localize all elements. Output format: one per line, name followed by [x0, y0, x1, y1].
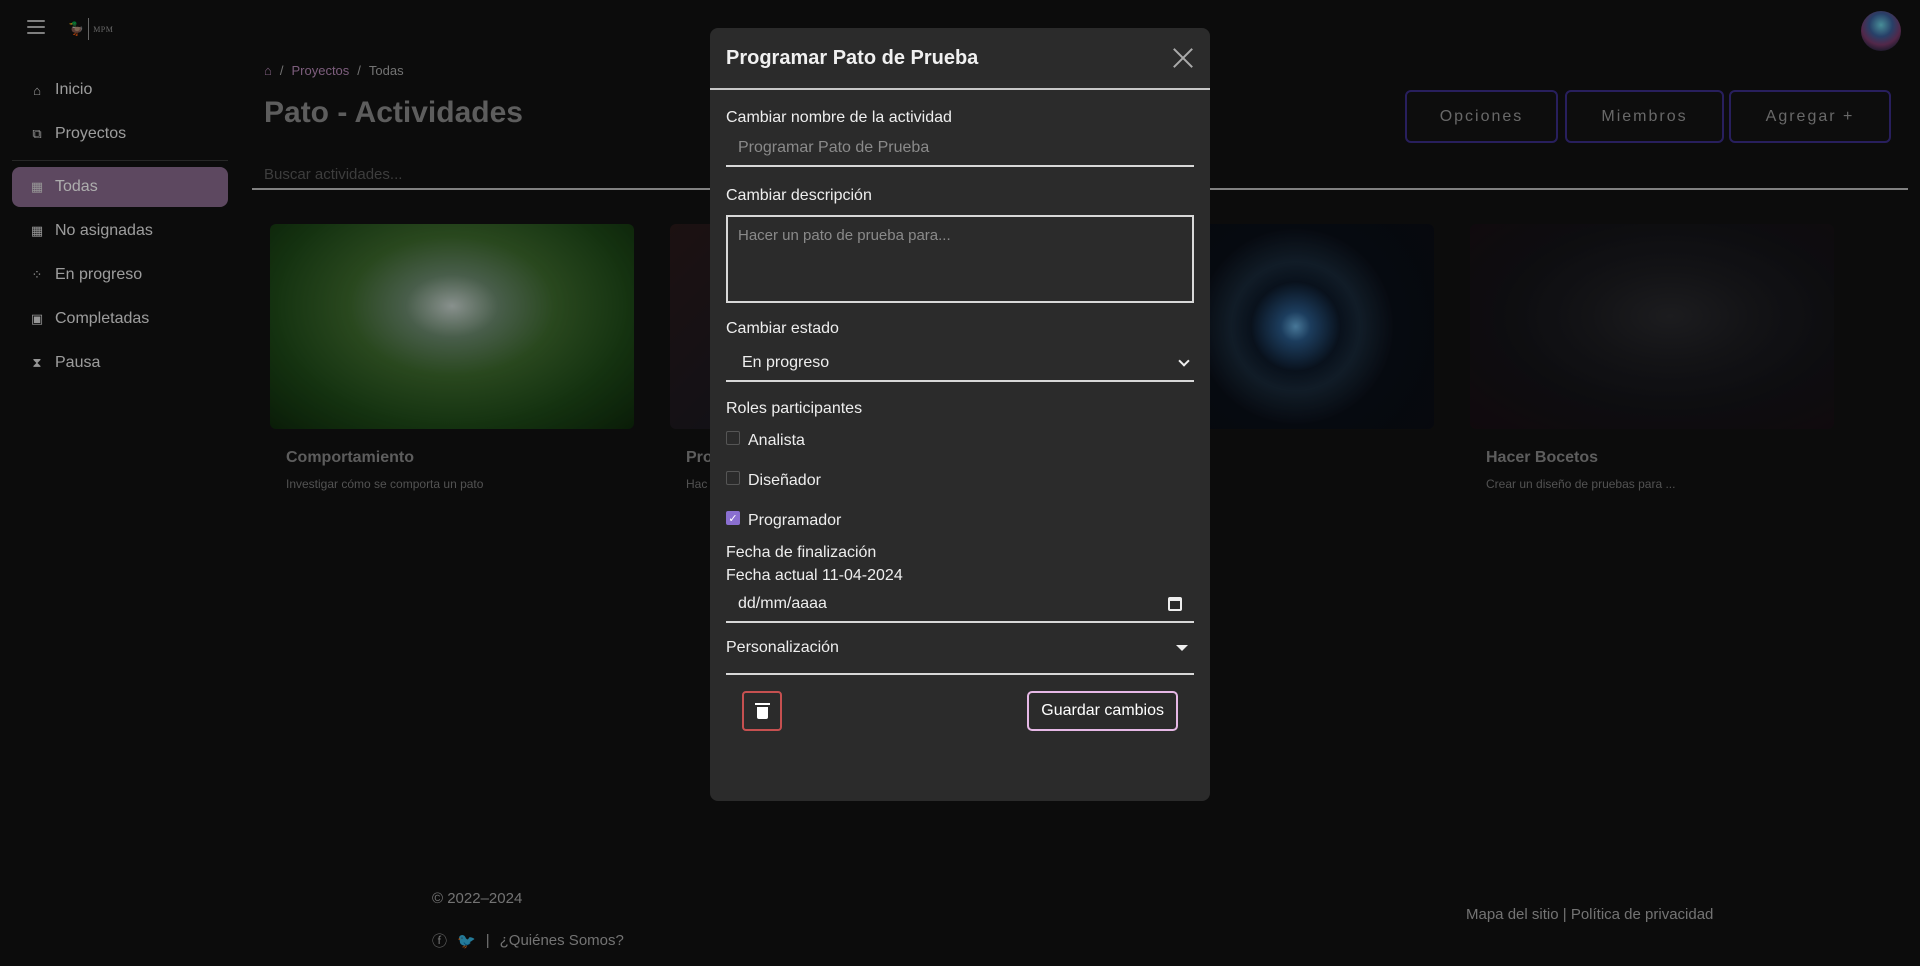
modal-body: Cambiar nombre de la actividad Cambiar d… [710, 109, 1210, 731]
checkbox-checked-icon[interactable]: ✓ [726, 511, 740, 525]
status-select[interactable]: En progreso [726, 346, 1194, 382]
save-changes-button[interactable]: Guardar cambios [1027, 691, 1178, 731]
role-label: Analista [748, 432, 805, 449]
role-label: Diseñador [748, 472, 821, 489]
end-date-label: Fecha de finalización [726, 544, 877, 561]
customization-accordion[interactable]: Personalización [726, 623, 1194, 675]
date-placeholder: dd/mm/aaaa [738, 595, 827, 612]
modal-title: Programar Pato de Prueba [726, 46, 979, 69]
caret-down-icon [1176, 645, 1188, 651]
current-date-text: Fecha actual 11-04-2024 [726, 567, 903, 584]
role-programador[interactable]: ✓ Programador [726, 501, 1194, 541]
role-label: Programador [748, 512, 842, 529]
edit-activity-modal: Programar Pato de Prueba Cambiar nombre … [710, 28, 1210, 801]
checkbox[interactable] [726, 431, 740, 445]
calendar-icon[interactable] [1168, 597, 1182, 611]
delete-button[interactable] [742, 691, 782, 731]
role-disenador[interactable]: Diseñador [726, 461, 1194, 501]
close-icon[interactable] [1172, 47, 1194, 69]
status-value: En progreso [742, 354, 830, 371]
name-label: Cambiar nombre de la actividad [726, 109, 952, 126]
description-textarea[interactable] [726, 215, 1194, 303]
customization-label: Personalización [726, 639, 839, 656]
chevron-down-icon [1178, 355, 1190, 367]
checkbox[interactable] [726, 471, 740, 485]
modal-header: Programar Pato de Prueba [710, 28, 1210, 90]
end-date-input[interactable]: dd/mm/aaaa [726, 587, 1194, 623]
status-label: Cambiar estado [726, 320, 839, 337]
trash-icon [754, 702, 770, 719]
modal-footer: Guardar cambios [726, 691, 1194, 731]
activity-name-input[interactable] [726, 131, 1194, 167]
role-analista[interactable]: Analista [726, 421, 1194, 461]
roles-label: Roles participantes [726, 400, 863, 417]
description-label: Cambiar descripción [726, 187, 872, 204]
